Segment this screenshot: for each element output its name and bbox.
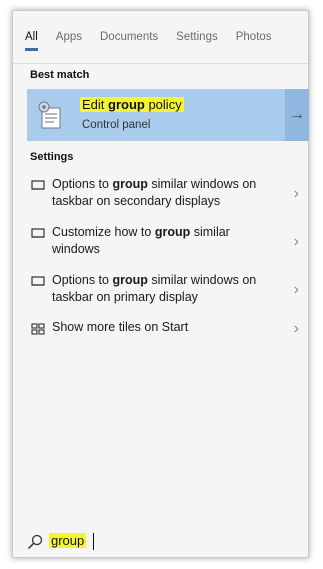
monitor-icon [31,228,45,238]
tab-settings[interactable]: Settings [176,25,218,49]
setting-item-text: Options to group similar windows on task… [52,272,272,306]
setting-text-bold: group [154,225,191,239]
open-details-button[interactable]: → [285,89,309,141]
group-policy-icon [38,101,61,129]
setting-item-text: Show more tiles on Start [52,319,272,336]
setting-item-text: Customize how to group similar windows [52,224,272,258]
setting-item-text: Options to group similar windows on task… [52,176,272,210]
best-match-label: Best match [30,69,90,81]
best-match-title-bold: group [108,97,145,112]
monitor-icon [31,180,45,190]
setting-item-more-tiles[interactable]: Show more tiles on Start › [27,319,309,341]
search-icon [27,534,43,550]
tabs-divider [13,63,308,64]
start-search-panel: All Apps Documents Settings Photos Best … [12,10,309,558]
tab-all[interactable]: All [25,25,38,51]
tab-photos[interactable]: Photos [236,25,272,49]
tab-documents[interactable]: Documents [100,25,158,49]
best-match-result[interactable]: Edit group policy Control panel [27,89,285,141]
setting-text-pre: Customize how to [52,225,155,239]
setting-item-customize-group[interactable]: Customize how to group similar windows › [27,224,309,262]
monitor-icon [31,276,45,286]
tiles-icon [31,323,45,335]
tab-apps[interactable]: Apps [56,25,82,49]
chevron-right-icon: › [293,281,299,298]
setting-text-pre: Options to [52,273,113,287]
search-box[interactable]: group [13,527,308,557]
arrow-right-icon: → [289,106,305,123]
text-caret [93,533,94,550]
setting-text-pre: Show more tiles on Start [52,320,189,334]
setting-text-pre: Options to [52,177,113,191]
settings-section-label: Settings [30,151,74,163]
setting-text-bold: group [112,177,148,191]
setting-text-bold: group [112,273,148,287]
chevron-right-icon: › [293,233,299,250]
best-match-title-prefix: Edit [82,97,109,112]
search-input[interactable]: group [49,533,87,548]
chevron-right-icon: › [293,185,299,202]
search-tabs: All Apps Documents Settings Photos [13,11,308,63]
best-match-title-suffix: policy [144,97,182,112]
chevron-right-icon: › [293,320,299,337]
setting-item-group-primary[interactable]: Options to group similar windows on task… [27,272,309,310]
setting-item-group-secondary[interactable]: Options to group similar windows on task… [27,176,309,214]
best-match-subtitle: Control panel [82,119,151,131]
best-match-title: Edit group policy [80,97,184,112]
